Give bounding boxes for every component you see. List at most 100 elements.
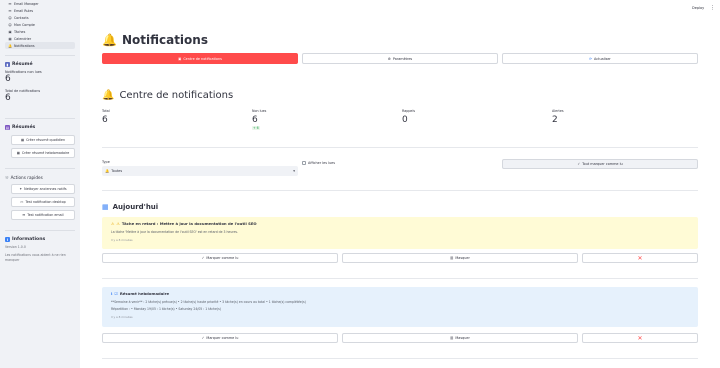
info-title: Informations bbox=[12, 237, 46, 242]
nav-item-notifications[interactable]: 🔔 Notifications bbox=[5, 42, 75, 49]
inbox-icon: ▣ bbox=[178, 56, 182, 61]
sidebar: ✉ Email Manager ✉ Email Rules ☺ Contacts ☺ M… bbox=[0, 0, 80, 368]
trash-icon: ▥ bbox=[450, 256, 454, 260]
check-icon: ✓ bbox=[577, 162, 581, 166]
bell-icon: 🔔 bbox=[8, 43, 13, 48]
warning-icon: ⚠ bbox=[116, 221, 120, 226]
delete-button[interactable]: ✕ bbox=[582, 253, 698, 263]
warning-icon: ⚠ bbox=[111, 221, 115, 226]
info-heading: i Informations bbox=[5, 237, 75, 242]
button-label: Nettoyer anciennes notifs bbox=[24, 187, 67, 191]
notification-title-text: Résumé hebdomadaire bbox=[119, 291, 170, 296]
center-title: 🔔 Centre de notifications bbox=[102, 90, 233, 101]
metric-alerts: Alertes 2 bbox=[552, 109, 564, 125]
button-label: Marquer comme lu bbox=[206, 336, 239, 340]
daily-digest-button[interactable]: ▦ Créer résumé quotidien bbox=[11, 135, 75, 145]
type-label: Type bbox=[102, 160, 110, 164]
mark-read-button[interactable]: ✓ Marquer comme lu bbox=[102, 333, 338, 343]
button-label: Créer résumé quotidien bbox=[26, 138, 66, 142]
tab-settings[interactable]: ⚙ Paramètres bbox=[302, 53, 498, 64]
main-content: 🔔 Notifications ▣ Centre de notifications … bbox=[102, 0, 698, 368]
check-icon: ☑ bbox=[114, 291, 118, 296]
metric-label: Alertes bbox=[552, 109, 564, 113]
nav-item-email-rules[interactable]: ✉ Email Rules bbox=[5, 7, 75, 14]
nav-item-account[interactable]: ☺ Mon Compte bbox=[5, 21, 75, 28]
tab-label: Paramètres bbox=[392, 56, 413, 61]
button-label: Masquer bbox=[455, 256, 470, 260]
nav-item-calendar[interactable]: ▦ Calendrier bbox=[5, 35, 75, 42]
notification-title-text: Tâche en retard : Mettre à jour la docum… bbox=[121, 221, 257, 226]
divider bbox=[102, 278, 698, 279]
metric-unread: Non lues 6 + 6 bbox=[252, 109, 266, 130]
nav-label: Email Manager bbox=[14, 1, 39, 6]
metric-value: 6 bbox=[252, 115, 258, 125]
nav-item-tasks[interactable]: ▣ Tâches bbox=[5, 28, 75, 35]
divider bbox=[5, 230, 75, 231]
digests-title: Résumés bbox=[12, 125, 36, 130]
summary-title: Résumé bbox=[12, 62, 33, 67]
tab-label: Centre de notifications bbox=[183, 56, 222, 61]
divider bbox=[102, 358, 698, 359]
refresh-button[interactable]: ⟳ Actualiser bbox=[502, 53, 698, 64]
button-label: Tout marquer comme lu bbox=[582, 162, 623, 166]
divider bbox=[102, 147, 698, 148]
nav-item-email-manager[interactable]: ✉ Email Manager bbox=[5, 0, 75, 7]
snooze-button[interactable]: ▥ Masquer bbox=[342, 253, 578, 263]
metric-delta: + 6 bbox=[252, 126, 260, 130]
button-label: Test notification desktop bbox=[25, 200, 66, 204]
checkbox-box[interactable] bbox=[302, 161, 306, 165]
nav-label: Tâches bbox=[14, 29, 26, 34]
metric-label: Rappels bbox=[402, 109, 416, 113]
notification-body: La tâche 'Mettre à jour la documentation… bbox=[111, 230, 238, 234]
menu-icon[interactable]: ⋮ bbox=[710, 5, 715, 11]
tab-label: Actualiser bbox=[594, 56, 611, 61]
metric-value: 2 bbox=[552, 115, 558, 125]
notification-body: Répartition : • Monday 19/05 : 1 tâche(s… bbox=[111, 307, 221, 311]
page-title-text: Notifications bbox=[121, 33, 208, 47]
nav-item-contacts[interactable]: ☺ Contacts bbox=[5, 14, 75, 21]
close-icon: ✕ bbox=[637, 334, 643, 342]
metric-label: Total bbox=[102, 109, 110, 113]
mark-all-read-button[interactable]: ✓ Tout marquer comme lu bbox=[502, 159, 698, 169]
calendar-icon: ▦ bbox=[102, 203, 109, 211]
desktop-test-button[interactable]: ▭ Test notification desktop bbox=[11, 197, 75, 207]
notification-title: ⚠ ⚠ Tâche en retard : Mettre à jour la doc… bbox=[111, 221, 692, 226]
divider bbox=[5, 118, 75, 119]
delete-button[interactable]: ✕ bbox=[582, 333, 698, 343]
type-select[interactable]: 🔔 Toutes ▾ bbox=[102, 166, 298, 176]
button-label: Créer résumé hebdomadaire bbox=[21, 151, 70, 155]
check-icon: ✓ bbox=[201, 256, 205, 260]
page-title: 🔔 Notifications bbox=[102, 33, 208, 47]
contact-icon: ☺ bbox=[8, 15, 12, 20]
info-icon: i bbox=[5, 237, 10, 242]
divider bbox=[5, 55, 75, 56]
today-heading: ▦ Aujourd'hui bbox=[102, 203, 158, 211]
chevron-down-icon: ▾ bbox=[293, 169, 295, 173]
type-selected: Toutes bbox=[111, 169, 123, 173]
nav-label: Calendrier bbox=[14, 36, 32, 41]
email-test-button[interactable]: ✉ Test notification email bbox=[11, 210, 75, 220]
mail-icon: ✉ bbox=[22, 213, 26, 217]
calendar-icon: ▦ bbox=[16, 151, 20, 155]
mark-read-button[interactable]: ✓ Marquer comme lu bbox=[102, 253, 338, 263]
info-icon: ℹ bbox=[111, 291, 113, 296]
cleanup-button[interactable]: ✦ Nettoyer anciennes notifs bbox=[11, 184, 75, 194]
nav-label: Notifications bbox=[14, 43, 35, 48]
nav-label: Email Rules bbox=[14, 8, 34, 13]
tasks-icon: ▣ bbox=[8, 29, 12, 34]
snooze-button[interactable]: ▥ Masquer bbox=[342, 333, 578, 343]
gear-icon: ⚙ bbox=[387, 56, 391, 61]
version-text: Version 1.0.0 bbox=[5, 245, 26, 249]
show-read-checkbox[interactable]: Afficher les lues bbox=[302, 161, 335, 165]
weekly-digest-button[interactable]: ▦ Créer résumé hebdomadaire bbox=[11, 148, 75, 158]
calendar-icon: ▦ bbox=[8, 36, 12, 41]
checkbox-label: Afficher les lues bbox=[308, 161, 335, 165]
summary-heading: ▮ Résumé bbox=[5, 62, 75, 67]
refresh-icon: ⟳ bbox=[589, 56, 593, 61]
divider bbox=[5, 168, 75, 169]
metric-value: 0 bbox=[402, 115, 408, 125]
info-text: Les notifications vous aident à ne rien … bbox=[5, 253, 66, 262]
quick-actions-title: Actions rapides bbox=[10, 175, 43, 180]
chart-icon: ▮ bbox=[5, 62, 10, 67]
tab-notification-center[interactable]: ▣ Centre de notifications bbox=[102, 53, 298, 64]
